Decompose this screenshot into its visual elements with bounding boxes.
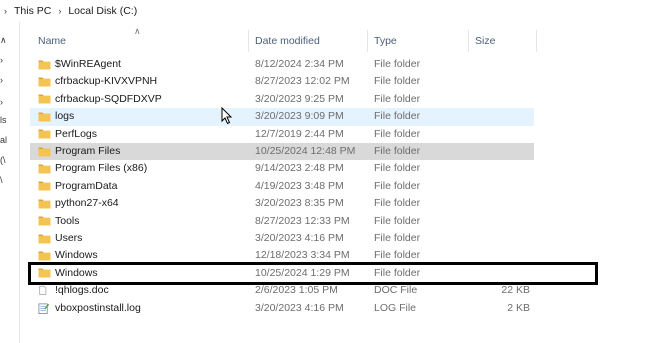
document-icon	[39, 286, 47, 296]
file-name: Users	[55, 232, 83, 244]
file-row[interactable]: Tools 8/27/2023 12:33 PM File folder	[30, 213, 534, 230]
file-row[interactable]: Users 3/20/2023 4:16 PM File folder	[30, 230, 534, 247]
file-name: Tools	[55, 214, 80, 227]
breadcrumb-local-disk[interactable]: Local Disk (C:)	[68, 5, 137, 17]
file-size	[475, 56, 530, 73]
nav-fragment[interactable]: ls	[0, 115, 7, 125]
file-size	[475, 178, 530, 195]
file-size	[475, 230, 530, 247]
file-type: File folder	[374, 214, 421, 227]
file-row[interactable]: cfrbackup-SQDFDXVP 3/20/2023 9:25 PM File …	[30, 91, 534, 108]
folder-icon	[38, 147, 51, 156]
folder-icon	[38, 181, 51, 191]
file-date-modified: 9/14/2023 2:48 PM	[255, 162, 344, 175]
column-header-size[interactable]: Size	[469, 30, 495, 52]
file-date-modified: 3/20/2023 4:16 PM	[255, 232, 344, 244]
log-file-icon	[38, 303, 50, 314]
file-name: Program Files (x86)	[55, 162, 148, 175]
file-name: logs	[55, 110, 75, 123]
file-type: File folder	[374, 127, 421, 140]
folder-icon	[38, 60, 51, 69]
file-row[interactable]: Program Files 10/25/2024 12:48 PM File fol…	[30, 143, 534, 161]
file-size	[475, 195, 530, 212]
file-size	[475, 108, 530, 125]
column-header-date[interactable]: Date modified	[249, 30, 320, 52]
chevron-right-icon[interactable]: ›	[0, 97, 3, 107]
nav-fragment[interactable]: \	[0, 175, 3, 185]
column-header-type[interactable]: Type	[368, 30, 397, 52]
chevron-right-icon[interactable]: ›	[0, 75, 3, 85]
file-type: File folder	[374, 197, 421, 210]
file-date-modified: 3/20/2023 9:25 PM	[255, 92, 344, 105]
file-type: LOG File	[374, 301, 417, 314]
folder-icon	[38, 164, 51, 174]
folder-icon	[38, 112, 51, 122]
file-size	[475, 91, 530, 108]
chevron-right-icon: ›	[58, 6, 62, 16]
file-size: 2 KB	[507, 301, 530, 314]
file-type: File folder	[374, 110, 421, 123]
file-type: File folder	[374, 92, 421, 105]
folder-icon	[38, 77, 51, 87]
file-date-modified: 12/7/2019 2:44 PM	[255, 127, 344, 140]
file-row[interactable]: cfrbackup-KIVXVPNH 8/27/2023 12:02 PM File…	[30, 73, 534, 90]
folder-icon	[38, 216, 51, 226]
chevron-right-icon[interactable]: ›	[0, 55, 3, 65]
file-row[interactable]: $WinREAgent 8/12/2024 2:34 PM File folder	[30, 56, 534, 73]
file-row[interactable]: python27-x64 3/20/2023 8:35 PM File folder	[30, 195, 534, 212]
file-size	[475, 126, 530, 143]
file-date-modified: 8/27/2023 12:33 PM	[255, 214, 350, 227]
file-date-modified: 3/20/2023 9:09 PM	[255, 110, 344, 123]
folder-icon	[38, 199, 51, 209]
file-size	[475, 160, 530, 177]
file-row[interactable]: PerfLogs 12/7/2019 2:44 PM File folder	[30, 126, 534, 143]
column-header-row: ∧ Name Date modified Type Size	[30, 26, 540, 52]
file-type: File folder	[374, 145, 421, 157]
file-name: python27-x64	[55, 197, 119, 210]
nav-fragment[interactable]: (\	[0, 155, 6, 165]
column-separator[interactable]	[536, 30, 537, 52]
mouse-cursor-icon	[221, 107, 233, 125]
file-name: cfrbackup-KIVXVPNH	[55, 75, 158, 88]
file-date-modified: 3/20/2023 8:35 PM	[255, 197, 344, 210]
file-row[interactable]: ProgramData 4/19/2023 3:48 PM File folder	[30, 178, 534, 195]
navigation-pane: ∧ › › › ls al (\ \	[0, 22, 20, 343]
file-type: File folder	[374, 179, 421, 192]
file-date-modified: 8/12/2024 2:34 PM	[255, 58, 344, 70]
breadcrumb-this-pc[interactable]: This PC	[14, 5, 51, 17]
file-date-modified: 3/20/2023 4:16 PM	[255, 301, 344, 314]
file-size	[475, 213, 530, 230]
folder-icon	[38, 94, 51, 104]
file-size	[475, 73, 530, 90]
chevron-up-icon[interactable]: ∧	[0, 35, 7, 46]
file-name: ProgramData	[55, 179, 118, 192]
file-name: vboxpostinstall.log	[55, 301, 141, 314]
file-row[interactable]: vboxpostinstall.log 3/20/2023 4:16 PM LOG …	[30, 300, 534, 317]
pane-divider[interactable]	[19, 22, 20, 343]
file-name: Program Files	[55, 145, 121, 157]
column-header-name[interactable]: Name	[32, 30, 66, 52]
file-date-modified: 8/27/2023 12:02 PM	[255, 75, 350, 88]
chevron-right-icon: ›	[4, 6, 7, 16]
breadcrumb: › This PC › Local Disk (C:)	[0, 0, 650, 22]
folder-icon	[38, 251, 51, 261]
file-row[interactable]: logs 3/20/2023 9:09 PM File folder	[30, 108, 534, 126]
file-name: PerfLogs	[55, 127, 98, 140]
file-type: File folder	[374, 75, 421, 88]
file-date-modified: 10/25/2024 12:48 PM	[255, 145, 356, 157]
file-type: File folder	[374, 58, 421, 70]
file-name: cfrbackup-SQDFDXVP	[55, 92, 162, 105]
annotation-highlight-box	[28, 262, 598, 285]
nav-fragment[interactable]: al	[0, 135, 7, 145]
file-name: $WinREAgent	[55, 58, 121, 70]
folder-icon	[38, 234, 51, 243]
file-row[interactable]: Program Files (x86) 9/14/2023 2:48 PM File…	[30, 160, 534, 177]
file-date-modified: 4/19/2023 3:48 PM	[255, 179, 344, 192]
sort-ascending-icon: ∧	[134, 26, 141, 36]
file-size	[475, 143, 530, 160]
folder-icon	[38, 129, 51, 139]
file-type: File folder	[374, 162, 421, 175]
file-type: File folder	[374, 232, 421, 244]
